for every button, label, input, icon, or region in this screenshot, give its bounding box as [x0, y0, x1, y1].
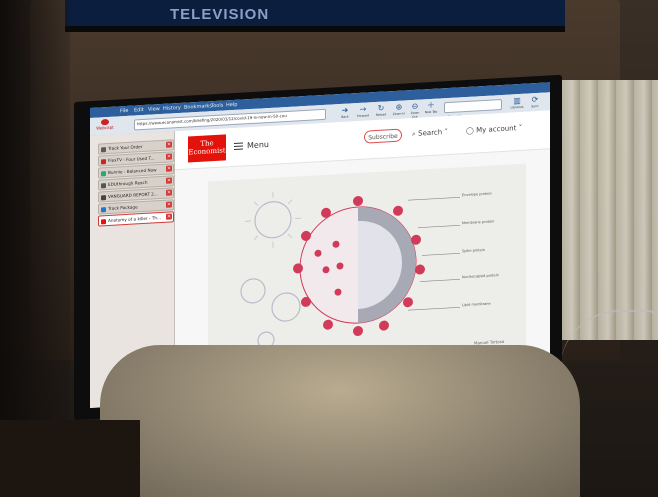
television-set — [65, 0, 565, 32]
economist-logo[interactable]: The Economist — [188, 134, 226, 163]
account-icon: ◯ — [466, 126, 477, 135]
hamburger-menu-icon[interactable] — [234, 142, 243, 150]
small-virion — [271, 292, 301, 322]
subscribe-button[interactable]: Subscribe — [364, 128, 402, 144]
menu-label[interactable]: Menu — [247, 140, 269, 150]
blanket — [100, 345, 580, 497]
chevron-down-icon: ˅ — [442, 127, 448, 137]
chevron-down-icon: ˅ — [516, 123, 523, 133]
small-virion — [240, 278, 266, 304]
small-virion — [254, 201, 292, 239]
floor-shadow — [0, 420, 140, 497]
tv-banner-text: TELEVISION — [170, 6, 270, 23]
logo-line-2: Economist — [188, 146, 226, 157]
curtain — [562, 80, 658, 340]
